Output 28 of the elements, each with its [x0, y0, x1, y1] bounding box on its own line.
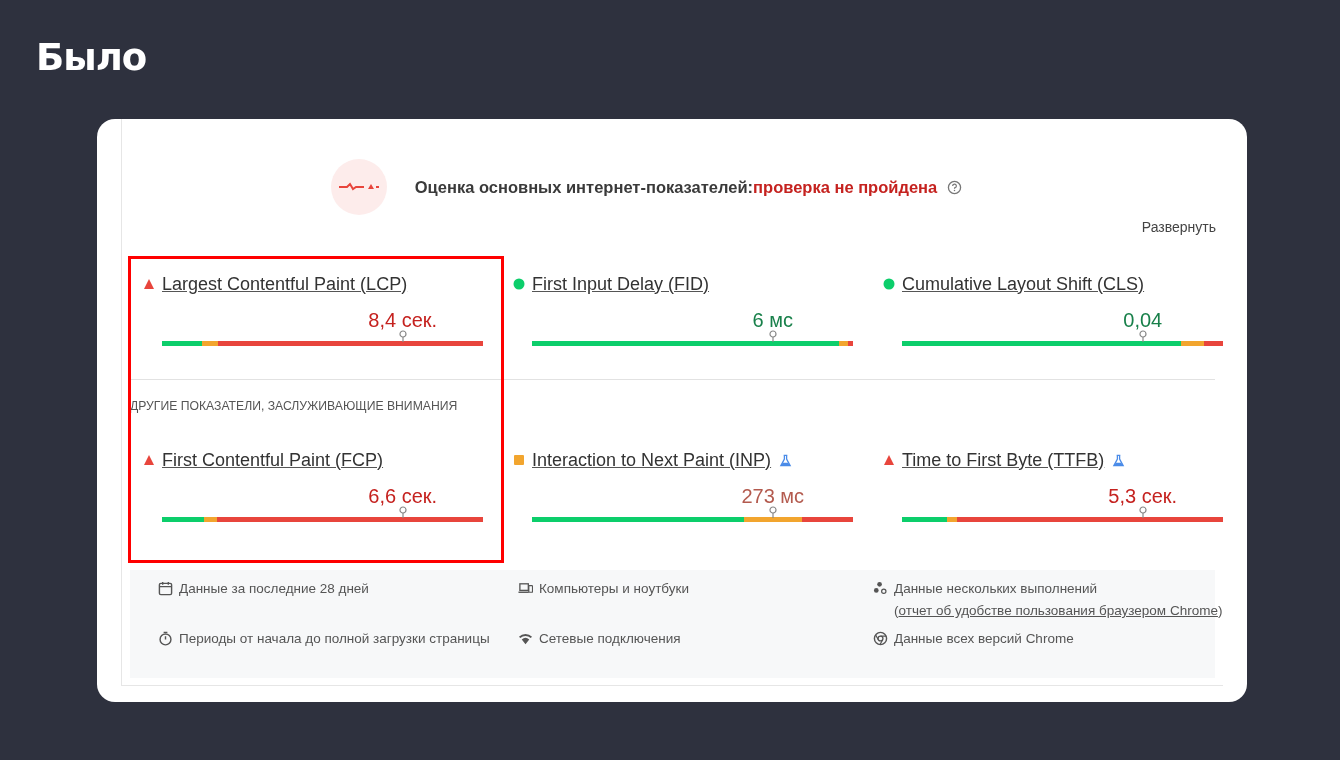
help-icon[interactable] — [947, 179, 963, 195]
pulse-icon — [330, 159, 387, 215]
footer-note: Сетевые подключения — [539, 630, 681, 648]
metric-link[interactable]: Cumulative Layout Shift (CLS) — [902, 273, 1145, 295]
footer-note: Компьютеры и ноутбуки — [539, 580, 689, 598]
metric-link[interactable]: Largest Contentful Paint (LCP) — [162, 273, 408, 295]
metric-value: 5,3 сек. — [1108, 485, 1178, 508]
metric-value: 6 мс — [752, 309, 793, 332]
metric-link[interactable]: Time to First Byte (TTFB) — [902, 449, 1105, 471]
footer-note: Периоды от начала до полной загрузки страницы — [179, 630, 490, 648]
flask-icon — [1112, 453, 1126, 467]
slide-title: Было — [36, 36, 148, 80]
metric-value: 6,6 сек. — [368, 485, 438, 508]
report-link[interactable]: отчет об удобстве пользования браузером Chrome — [898, 603, 1218, 618]
metric-value: 8,4 сек. — [368, 309, 438, 332]
flask-icon — [779, 453, 793, 467]
metric-value: 0,04 — [1123, 309, 1163, 332]
assessment-title: Оценка основных интернет-показателей: — [414, 177, 754, 197]
metric-link[interactable]: First Input Delay (FID) — [532, 273, 710, 295]
footer-note: Данные нескольких выполнений (отчет об удобстве пользования браузером Chrome) — [894, 580, 1223, 620]
expand-link[interactable]: Развернуть — [1141, 219, 1216, 247]
section-heading: ДРУГИЕ ПОКАЗАТЕЛИ, ЗАСЛУЖИВАЮЩИЕ ВНИМАНИЯ — [130, 399, 459, 415]
metric-link[interactable]: First Contentful Paint (FCP) — [162, 449, 384, 471]
assessment-verdict: проверка не пройдена — [753, 177, 938, 197]
metric-link[interactable]: Interaction to Next Paint (INP) — [532, 449, 772, 471]
metric-value: 273 мс — [741, 485, 805, 508]
footer-note: Данные всех версий Chrome — [894, 630, 1074, 648]
footer-note: Данные за последние 28 дней — [179, 580, 369, 598]
